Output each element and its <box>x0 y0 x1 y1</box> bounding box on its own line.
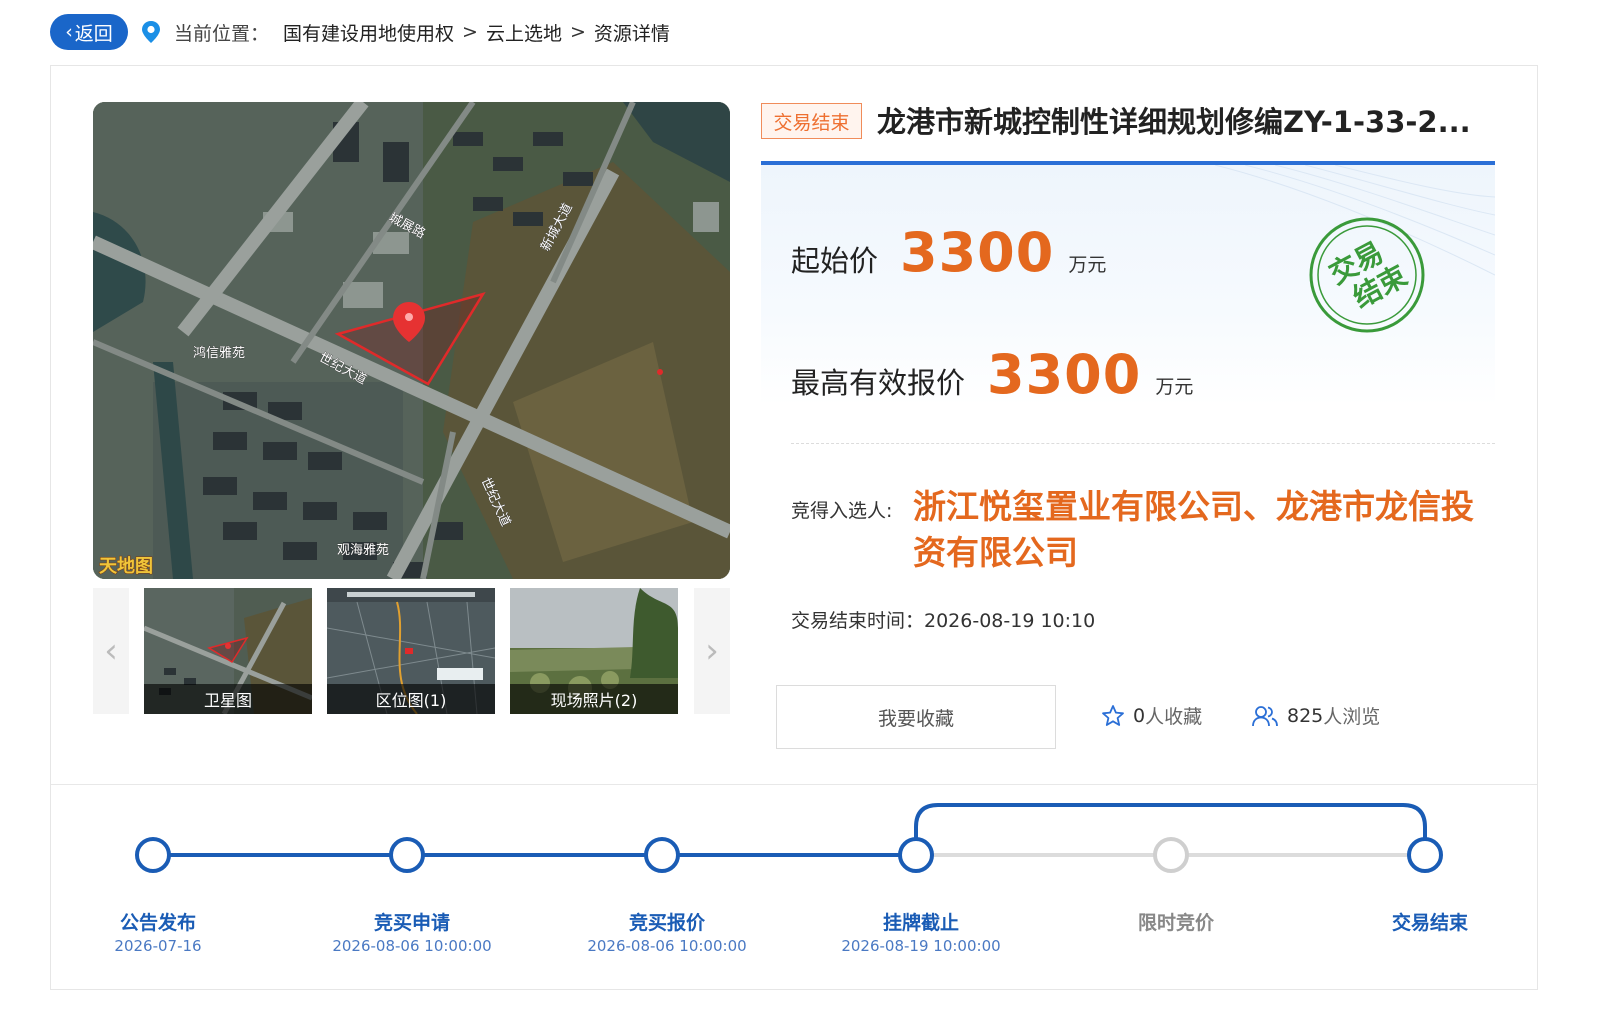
breadcrumb: 当前位置： 国有建设用地使用权 > 云上选地 > 资源详情 <box>174 19 670 46</box>
start-price-label: 起始价 <box>791 244 879 278</box>
step-date: 2026-07-16 <box>114 937 202 955</box>
top-bid-row: 最高有效报价 3300 万元 <box>791 343 1193 406</box>
top-bid-unit: 万元 <box>1155 376 1194 398</box>
divider <box>791 443 1495 444</box>
step-date: 2026-08-06 10:00:00 <box>332 937 492 955</box>
step-label: 挂牌截止 <box>882 912 959 934</box>
back-button[interactable]: ‹ 返回 <box>50 14 128 50</box>
breadcrumb-bar: ‹ 返回 当前位置： 国有建设用地使用权 > 云上选地 > 资源详情 <box>50 14 670 50</box>
breadcrumb-prefix: 当前位置： <box>174 22 270 45</box>
page-title: 龙港市新城控制性详细规划修编ZY-1-33-2... <box>877 105 1471 139</box>
start-price-unit: 万元 <box>1068 254 1107 276</box>
favorites-stat[interactable]: 0 人收藏 <box>1101 702 1202 729</box>
step-dot <box>1407 837 1443 873</box>
satellite-map-image[interactable]: 鸿信雅苑 世纪大道 城展路 新城大道 观海雅苑 世纪大道 天地图 <box>93 102 730 579</box>
thumbnail-satellite[interactable]: 卫星图 <box>144 588 312 714</box>
map-label-community: 观海雅苑 <box>337 542 389 557</box>
step-dot <box>1153 837 1189 873</box>
end-time: 交易结束时间：2026-08-19 10:10 <box>791 610 1096 632</box>
breadcrumb-separator-icon: > <box>569 21 586 43</box>
map-label-community: 鸿信雅苑 <box>193 345 245 360</box>
favorites-suffix: 人收藏 <box>1145 706 1203 728</box>
location-pin-icon <box>140 19 162 45</box>
price-panel: 起始价 3300 万元 最高有效报价 3300 万元 交易 结束 <box>761 161 1495 406</box>
thumbnail-site-photo[interactable]: 现场照片(2) <box>510 588 678 714</box>
step-dot <box>644 837 680 873</box>
top-bid-value: 3300 <box>987 343 1142 406</box>
star-icon <box>1102 704 1124 726</box>
thumbnail-caption: 区位图(1) <box>327 684 495 714</box>
step-label: 限时竞价 <box>1137 912 1214 934</box>
start-price-row: 起始价 3300 万元 <box>791 221 1106 284</box>
breadcrumb-item-resource-detail: 资源详情 <box>593 22 670 45</box>
trade-ended-stamp: 交易 结束 <box>1309 217 1425 333</box>
step-dot <box>389 837 425 873</box>
step-label: 竞买申请 <box>373 912 450 934</box>
resource-detail-card: 鸿信雅苑 世纪大道 城展路 新城大道 观海雅苑 世纪大道 天地图 ‹ 卫星图 区… <box>50 65 1538 990</box>
winner-label: 竞得入选人: <box>791 500 893 522</box>
step-label: 竞买报价 <box>628 912 705 934</box>
step-dot <box>135 837 171 873</box>
back-label: 返回 <box>74 22 113 45</box>
breadcrumb-item-cloud-select[interactable]: 云上选地 <box>486 19 562 46</box>
breadcrumb-separator-icon: > <box>462 21 478 43</box>
winner-value: 浙江悦玺置业有限公司、龙港市龙信投资有限公司 <box>913 487 1474 572</box>
step-date: 2026-08-06 10:00:00 <box>587 937 747 955</box>
prev-arrow-icon[interactable]: ‹ <box>93 588 129 714</box>
breadcrumb-item-land-rights[interactable]: 国有建设用地使用权 <box>283 19 454 46</box>
views-stat: 825 人浏览 <box>1251 702 1380 729</box>
favorites-count: 0 <box>1133 704 1146 727</box>
thumbnail-caption: 卫星图 <box>144 684 312 714</box>
step-date: 2026-08-19 10:00:00 <box>841 937 1001 955</box>
next-arrow-icon[interactable]: › <box>694 588 730 714</box>
status-badge: 交易结束 <box>761 103 862 139</box>
add-favorite-button[interactable]: 我要收藏 <box>776 685 1056 749</box>
progress-timeline: 公告发布 2026-07-16 竞买申请 2026-08-06 10:00:00… <box>51 785 1537 990</box>
progress-track <box>135 803 1443 873</box>
step-label: 公告发布 <box>119 912 196 934</box>
tianditu-logo: 天地图 <box>99 555 153 576</box>
thumbnail-location-map[interactable]: 区位图(1) <box>327 588 495 714</box>
start-price-value: 3300 <box>900 221 1055 284</box>
step-label: 交易结束 <box>1391 912 1468 934</box>
views-suffix: 人浏览 <box>1323 706 1381 728</box>
step-dot <box>898 837 934 873</box>
thumbnail-strip: ‹ 卫星图 区位图(1) 现场照片(2) › <box>93 588 730 714</box>
views-count: 825 <box>1287 704 1324 727</box>
chevron-left-icon: ‹ <box>65 21 73 43</box>
thumbnail-caption: 现场照片(2) <box>510 684 678 714</box>
users-icon <box>1252 705 1278 726</box>
top-bid-label: 最高有效报价 <box>791 366 966 400</box>
